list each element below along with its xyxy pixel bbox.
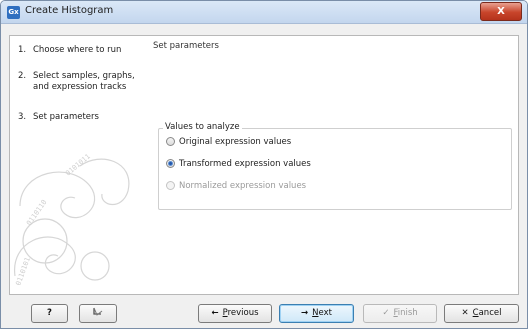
app-icon: Gx [7,6,20,19]
step-label: Set parameters [33,112,99,122]
group-title: Values to analyze [163,122,242,132]
close-button[interactable]: X [480,2,522,21]
radio-transformed-expression-values[interactable]: Transformed expression values [166,159,311,169]
step-label: Select samples, graphs, and expression t… [33,71,135,92]
parameters-panel: Set parameters Values to analyze Origina… [148,35,519,295]
window-title: Create Histogram [25,5,114,16]
section-title: Set parameters [153,41,219,51]
wizard-steps-panel: 1. Choose where to run 2. Select samples, … [9,35,149,295]
radio-normalized-expression-values: Normalized expression values [166,181,306,191]
step-label: Choose where to run [33,45,122,55]
arrow-left-icon: ← [211,308,219,318]
svg-text:0110101: 0110101 [14,256,32,286]
radio-button[interactable] [166,137,175,146]
step-set-parameters: 3. Set parameters [18,112,145,123]
previous-button[interactable]: ← Previous [198,304,272,323]
help-button[interactable]: ? [31,304,68,323]
radio-label: Transformed expression values [179,159,311,169]
values-to-analyze-group: Values to analyze Original expression va… [158,122,512,210]
dialog-window: Gx Create Histogram X 1. Choose where to … [0,0,528,329]
reset-button[interactable] [79,304,117,323]
next-button[interactable]: → Next [279,304,354,323]
radio-label: Original expression values [179,137,292,147]
finish-button: ✓ Finish [363,304,437,323]
reset-icon [93,307,103,316]
radio-button-disabled [166,181,175,190]
checkmark-icon: ✓ [382,308,390,318]
svg-text:0101011: 0101011 [64,152,92,177]
svg-text:0110110: 0110110 [25,198,48,227]
step-select-samples: 2. Select samples, graphs, and expression… [18,71,145,93]
arrow-right-icon: → [301,308,309,318]
close-x-icon: ✕ [461,308,469,318]
step-choose-where-to-run: 1. Choose where to run [18,45,145,56]
radio-original-expression-values[interactable]: Original expression values [166,137,291,147]
title-bar: Gx Create Histogram X [1,1,527,24]
cancel-button[interactable]: ✕ Cancel [444,304,519,323]
radio-button-selected[interactable] [166,159,175,168]
decorative-swirl-graphic: 0101011 0110110 0110101 [14,152,130,287]
radio-label: Normalized expression values [179,181,307,191]
